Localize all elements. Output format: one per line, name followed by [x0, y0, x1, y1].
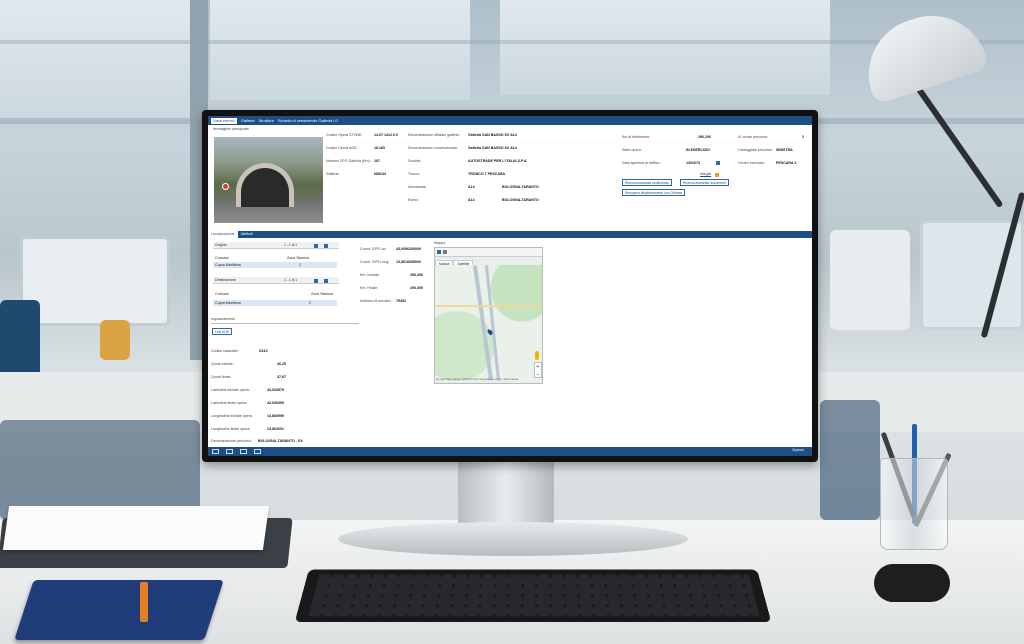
- allegati-link[interactable]: Allegati: [700, 172, 711, 176]
- field-stato-opera: Stato opera: IN ESERCIZIO: [622, 148, 710, 152]
- destinazione-export-icon[interactable]: [314, 279, 318, 283]
- field-numero-cpg: Numero CPG Galleria (Km): 107: [326, 159, 380, 163]
- origine-pager: 1 - 1 di 1: [284, 243, 298, 247]
- inquadramento-title: Inquadramento: [211, 317, 236, 321]
- tab-bar: Localizzazione Attributi: [208, 231, 812, 238]
- mouse: [874, 564, 950, 602]
- keyboard-keys: [308, 574, 760, 617]
- field-denominazione-percorso: Denominazione percorso: BOLOGNA-TARANTO …: [211, 439, 303, 443]
- grid-view-icon[interactable]: [212, 449, 219, 454]
- field-ramo: Ramo: A14 BOLOGNA-TARANTO: [408, 198, 539, 202]
- map-widget[interactable]: Mappa Satellite + − Google Dati mappa ©20…: [434, 247, 543, 384]
- origine-header: Origine: [213, 242, 339, 249]
- destinazione-pager: 1 - 1 di 1: [284, 278, 298, 282]
- field-codice-catastale: Codice catastale: D210: [211, 349, 268, 353]
- field-km-finale: Km. Finale: 296,300: [360, 286, 423, 290]
- breadcrumb-scheda: Scheda di censimento Galleria L0: [277, 118, 338, 123]
- divider: [211, 323, 359, 324]
- field-n-corsie: N. corsie percorso: 2: [738, 135, 804, 139]
- field-denominazione-ufficiale: Denominazione ufficiale galleria: Galler…: [408, 133, 517, 137]
- field-tronco: Tronco: TRONCO 7 PESCARA: [408, 172, 506, 176]
- field-indirizzo-servizio: Indirizzo di servizio: 75452: [360, 299, 406, 303]
- origine-row[interactable]: Cupra Marittima 2: [213, 262, 337, 268]
- field-km-iniziale: Km. Iniziale: 296,350: [360, 273, 423, 277]
- map-zoom-control[interactable]: + −: [534, 362, 542, 378]
- field-km-riferimento: Km di riferimento: 296,190: [622, 135, 711, 139]
- field-lat-finale: Latitudine finale opera: 43,035459: [211, 401, 284, 405]
- field-quota-finale: Quota finale: 37,87: [211, 375, 286, 379]
- origine-settings-icon[interactable]: [324, 244, 328, 248]
- field-long-finale: Longitudine finale opera: 13,862601: [211, 427, 284, 431]
- calendar-icon[interactable]: [716, 161, 720, 165]
- field-long-iniziale: Longitudine iniziale opera: 13,860999: [211, 414, 284, 418]
- origine-export-icon[interactable]: [314, 244, 318, 248]
- map-layers-icon[interactable]: [437, 250, 441, 254]
- field-centro-esercizio: Centro esercizio: PESCARA 2: [738, 161, 797, 165]
- link-age-button[interactable]: Link AGE: [212, 328, 233, 335]
- monitor-screen: Vista elenco Galleria Strutture Scheda d…: [208, 116, 812, 456]
- notebook: [14, 580, 224, 640]
- map-canvas[interactable]: + −: [435, 265, 542, 381]
- app-topbar: Vista elenco Galleria Strutture Scheda d…: [208, 116, 812, 125]
- field-quota-iniziale: Quota iniziale: 26,25: [211, 362, 286, 366]
- monitor-stand-neck: [458, 458, 554, 526]
- map-view-icon[interactable]: [240, 449, 247, 454]
- destinazione-row[interactable]: Cupra Marittima 2: [213, 300, 337, 306]
- tunnel-photo: [214, 137, 323, 223]
- list-view-icon[interactable]: [226, 449, 233, 454]
- ricerca-multimedia-button[interactable]: Ricerca avanzata multimedia: [622, 179, 672, 186]
- field-carreggiata: Carreggiata percorso: SINISTRA: [738, 148, 793, 152]
- map-refresh-icon[interactable]: [443, 250, 447, 254]
- ricerca-documenti-button[interactable]: Ricerca avanzata documenti: [680, 179, 729, 186]
- destinazione-columns: Comune Zona Sismica: [215, 292, 333, 296]
- origine-columns: Comune Zona Sismica: [215, 256, 309, 260]
- field-denominazione-convenzionale: Denominazione convenzionale: Galleria SA…: [408, 146, 517, 150]
- map-footer: Google Dati mappa ©2023 Termini Segnala …: [436, 377, 519, 381]
- monitor-stand-base: [338, 522, 688, 556]
- field-gps-long: Coord. GPS Long.: 13,8918335000: [360, 260, 421, 264]
- section-title: Immagine principale: [213, 126, 249, 131]
- detail-view-icon[interactable]: [254, 449, 261, 454]
- map-title: Mappa: [434, 241, 445, 245]
- field-gps-lat: Coord. GPS Lat.: 43,0096200000: [360, 247, 421, 251]
- pen-holder-cup: [880, 458, 948, 550]
- paper-stack: [2, 506, 270, 550]
- field-data-apertura: Data apertura al traffico: 14/04/73: [622, 161, 700, 165]
- pencil: [140, 582, 148, 622]
- home-button[interactable]: Vista elenco: [211, 117, 237, 124]
- tab-localizzazione[interactable]: Localizzazione: [208, 231, 238, 238]
- field-galleria: Galleria: 685243: [326, 172, 386, 176]
- field-lat-iniziale: Latitudine iniziale opera: 43,033979: [211, 388, 284, 392]
- map-toolbar: [435, 248, 542, 257]
- tab-attributi[interactable]: Attributi: [238, 231, 256, 238]
- destinazione-settings-icon[interactable]: [324, 279, 328, 283]
- app-bottombar: Opzioni: [208, 447, 812, 456]
- attachment-icon[interactable]: [715, 173, 719, 177]
- field-societa: Società: AUTOSTRADE PER L'ITALIA S.P.A.: [408, 159, 528, 163]
- destinazione-header: Destinazione: [213, 277, 339, 284]
- breadcrumb-strutture[interactable]: Strutture: [259, 118, 274, 123]
- field-codice-age: Codice Opera AGE: 18.160: [326, 146, 385, 150]
- street-view-icon[interactable]: [535, 351, 539, 360]
- field-codice-stone: Codice Opera STONE: 14.07.1412.0.0: [326, 133, 398, 137]
- recupera-disallineamenti-button[interactable]: Recupera disallineamenti con Oribase: [622, 189, 686, 196]
- breadcrumb-galleria[interactable]: Galleria: [241, 118, 255, 123]
- options-button[interactable]: Opzioni: [792, 448, 804, 452]
- field-autostrada: Autostrada: A14 BOLOGNA-TARANTO: [408, 185, 539, 189]
